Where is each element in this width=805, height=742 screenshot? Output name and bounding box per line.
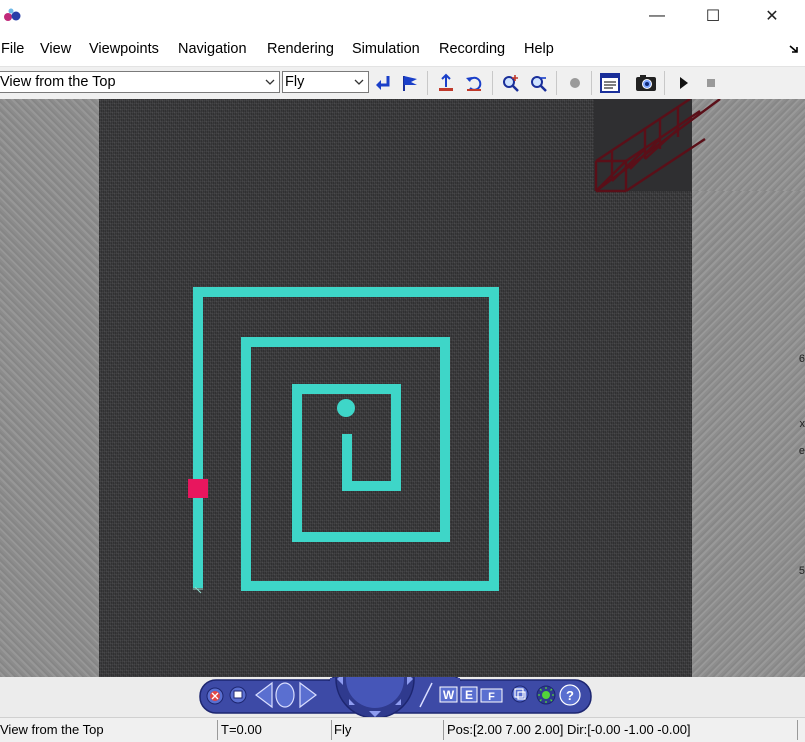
menu-help[interactable]: Help <box>524 41 554 57</box>
navigation-mode-select[interactable]: Fly <box>282 71 369 93</box>
chevron-down-icon <box>352 74 366 90</box>
edge-label-3: e <box>799 445 805 457</box>
robot-marker <box>188 479 208 498</box>
screenshot-button[interactable] <box>634 71 658 95</box>
viewpoint-select-value: View from the Top <box>0 74 116 90</box>
navigation-mode-value: Fly <box>285 74 304 90</box>
record-button[interactable] <box>563 71 587 95</box>
status-position: Pos:[2.00 7.00 2.00] Dir:[-0.00 -1.00 -0… <box>447 720 797 739</box>
status-time: T=0.00 <box>221 720 329 739</box>
toolbar-separator <box>591 71 592 95</box>
f-key-button[interactable]: F <box>481 689 502 703</box>
toolbar-separator <box>427 71 428 95</box>
flag-button[interactable] <box>398 71 422 95</box>
console-button[interactable] <box>598 71 622 95</box>
zoom-out-icon <box>529 73 549 93</box>
title-bar: — ☐ ✕ <box>0 0 805 32</box>
menubar-overflow-icon[interactable] <box>789 44 799 54</box>
toolbar-separator <box>556 71 557 95</box>
zoom-in-icon <box>501 73 521 93</box>
straighten-button[interactable] <box>434 71 458 95</box>
menu-recording[interactable]: Recording <box>439 41 505 57</box>
edge-label-4: 5 <box>799 565 805 577</box>
status-mode: Fly <box>334 720 442 739</box>
target-dot <box>337 399 355 417</box>
play-button[interactable] <box>671 71 695 95</box>
svg-text:E: E <box>465 688 473 702</box>
scene-canvas <box>0 99 805 677</box>
headlight-icon <box>542 691 550 699</box>
viewpoint-button[interactable] <box>230 687 246 703</box>
undo-move-button[interactable] <box>462 71 486 95</box>
undo-move-icon <box>464 73 484 93</box>
flag-icon <box>400 73 420 93</box>
svg-text:?: ? <box>566 688 574 703</box>
start-marker <box>193 582 203 593</box>
status-bar: View from the Top T=0.00 Fly Pos:[2.00 7… <box>0 717 805 742</box>
edge-label-1: 6 <box>799 353 805 365</box>
status-separator <box>797 720 798 740</box>
svg-text:W: W <box>443 688 455 702</box>
toolbar: View from the Top Fly <box>0 66 805 99</box>
spiral-track <box>198 292 494 586</box>
menu-navigation[interactable]: Navigation <box>178 41 247 57</box>
menu-rendering[interactable]: Rendering <box>267 41 334 57</box>
maximize-button[interactable]: ☐ <box>684 0 742 32</box>
spiral-track-outer <box>198 292 494 586</box>
viewpoint-select[interactable]: View from the Top <box>0 71 280 93</box>
e-key-button[interactable]: E <box>461 687 477 702</box>
play-icon <box>673 73 693 93</box>
status-separator <box>443 720 444 740</box>
status-separator <box>331 720 332 740</box>
truss-structure <box>596 99 720 191</box>
zoom-in-button[interactable] <box>499 71 523 95</box>
app-logo-icon <box>2 7 24 23</box>
straighten-icon <box>436 73 456 93</box>
menu-bar: File View Viewpoints Navigation Renderin… <box>0 34 805 66</box>
close-nav-button[interactable] <box>207 688 223 704</box>
status-separator <box>217 720 218 740</box>
close-button[interactable]: ✕ <box>743 0 801 32</box>
minimize-button[interactable]: — <box>628 0 686 32</box>
status-viewpoint: View from the Top <box>0 720 216 739</box>
stop-icon <box>701 73 721 93</box>
chevron-down-icon <box>263 74 277 90</box>
menu-file[interactable]: File <box>1 41 24 57</box>
home-button[interactable] <box>276 683 294 707</box>
navigation-panel: W E F ? <box>0 677 805 717</box>
menu-simulation[interactable]: Simulation <box>352 41 420 57</box>
3d-viewport[interactable]: 6 x e 5 <box>0 99 805 677</box>
w-key-button[interactable]: W <box>440 687 457 702</box>
toolbar-separator <box>492 71 493 95</box>
zoom-out-button[interactable] <box>527 71 551 95</box>
help-button[interactable]: ? <box>560 685 580 705</box>
screenshot-camera-icon <box>635 72 657 94</box>
stop-button[interactable] <box>699 71 723 95</box>
viewpoint-icon <box>234 691 242 698</box>
navigation-dashboard: W E F ? <box>0 677 805 717</box>
window-button[interactable] <box>512 686 528 702</box>
console-icon <box>599 72 621 94</box>
menu-view[interactable]: View <box>40 41 71 57</box>
toolbar-separator <box>664 71 665 95</box>
headlight-button[interactable] <box>537 686 555 704</box>
record-dot-icon <box>565 73 585 93</box>
return-icon <box>373 73 393 93</box>
svg-text:F: F <box>488 691 495 703</box>
menu-viewpoints[interactable]: Viewpoints <box>89 41 159 57</box>
home-circle-icon <box>276 683 294 707</box>
edge-label-2: x <box>800 418 805 430</box>
return-button[interactable] <box>371 71 395 95</box>
